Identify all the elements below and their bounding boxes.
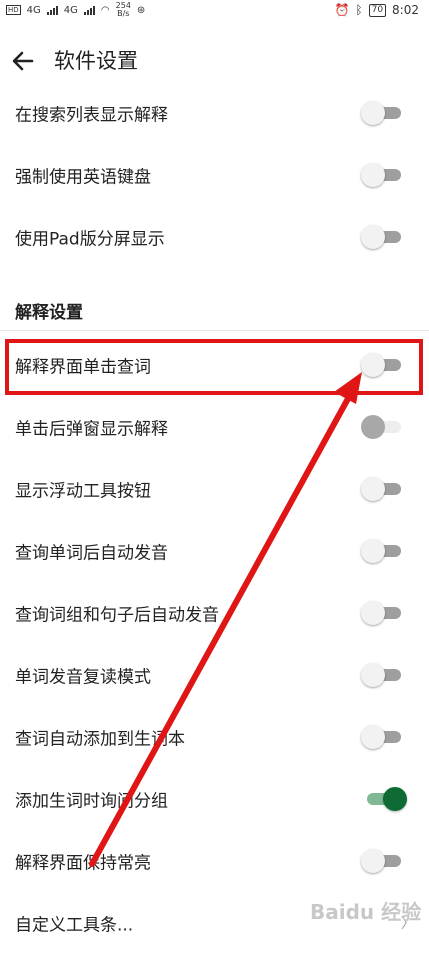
battery-level: 70 — [368, 3, 387, 17]
network-type-1: 4G — [26, 4, 41, 16]
toggle-thumb — [361, 225, 385, 249]
setting-label: 解释界面保持常亮 — [15, 853, 151, 874]
watermark: Baidu 经验 — [310, 900, 422, 924]
toggle-switch[interactable] — [361, 415, 403, 439]
setting-label: 查询单词后自动发音 — [15, 543, 168, 564]
toggle-thumb — [361, 415, 385, 439]
app-notification-icon: ⊛ — [136, 4, 146, 16]
setting-label: 强制使用英语键盘 — [15, 167, 151, 188]
setting-row-auto-pronounce-word[interactable]: 查询单词后自动发音 — [0, 520, 429, 582]
status-left: HD 4G 4G ◠ 254 B/s ⊛ — [6, 0, 145, 20]
wifi-icon: ◠ — [100, 4, 110, 16]
network-speed-unit: B/s — [117, 9, 130, 18]
setting-row-ask-group-on-add[interactable]: 添加生词时询问分组 — [0, 768, 429, 830]
toggle-switch[interactable] — [361, 849, 403, 873]
back-arrow-icon[interactable] — [10, 48, 36, 74]
network-type-2: 4G — [63, 4, 78, 16]
toggle-thumb — [361, 477, 385, 501]
toggle-thumb — [383, 787, 407, 811]
toggle-switch[interactable] — [361, 663, 403, 687]
network-speed: 254 B/s — [116, 2, 131, 18]
toggle-thumb — [361, 601, 385, 625]
setting-row-repeat-pronounce[interactable]: 单词发音复读模式 — [0, 644, 429, 706]
setting-row-force-english-keyboard[interactable]: 强制使用英语键盘 — [0, 144, 429, 206]
hd-badge: HD — [6, 5, 21, 15]
setting-label: 在搜索列表显示解释 — [15, 105, 168, 126]
highlight-box — [5, 339, 423, 395]
signal-icon-2 — [83, 5, 95, 15]
app-header: 软件设置 — [0, 40, 429, 84]
setting-row-show-explanation-in-search[interactable]: 在搜索列表显示解释 — [0, 82, 429, 144]
setting-label: 单击后弹窗显示解释 — [15, 419, 168, 440]
toggle-switch[interactable] — [363, 787, 407, 811]
toggle-switch[interactable] — [361, 601, 403, 625]
setting-label: 查询词组和句子后自动发音 — [15, 605, 219, 626]
setting-label: 使用Pad版分屏显示 — [15, 229, 165, 250]
setting-row-keep-screen-on[interactable]: 解释界面保持常亮 — [0, 830, 429, 892]
toggle-switch[interactable] — [361, 725, 403, 749]
bluetooth-icon: ᛒ — [355, 3, 363, 17]
clock: 8:02 — [392, 3, 419, 17]
page-title: 软件设置 — [54, 49, 138, 73]
alarm-icon: ⏰ — [334, 3, 350, 17]
toggle-switch[interactable] — [361, 477, 403, 501]
toggle-switch[interactable] — [361, 101, 403, 125]
toggle-thumb — [361, 163, 385, 187]
toggle-thumb — [361, 849, 385, 873]
status-bar: HD 4G 4G ◠ 254 B/s ⊛ ⏰ ᛒ 70 8:02 — [0, 0, 429, 20]
setting-row-auto-add-to-wordbook[interactable]: 查词自动添加到生词本 — [0, 706, 429, 768]
setting-label: 显示浮动工具按钮 — [15, 481, 151, 502]
setting-label: 查词自动添加到生词本 — [15, 729, 185, 750]
setting-label: 单词发音复读模式 — [15, 667, 151, 688]
toggle-thumb — [361, 725, 385, 749]
toggle-thumb — [361, 101, 385, 125]
setting-row-auto-pronounce-phrase[interactable]: 查询词组和句子后自动发音 — [0, 582, 429, 644]
toggle-switch[interactable] — [361, 539, 403, 563]
setting-row-pad-split-screen[interactable]: 使用Pad版分屏显示 — [0, 206, 429, 268]
setting-label: 自定义工具条... — [15, 915, 134, 936]
status-right: ⏰ ᛒ 70 8:02 — [334, 0, 419, 20]
section-title-explain-settings: 解释设置 — [15, 303, 83, 323]
toggle-switch[interactable] — [361, 163, 403, 187]
setting-label: 添加生词时询问分组 — [15, 791, 168, 812]
toggle-switch[interactable] — [361, 225, 403, 249]
toggle-thumb — [361, 663, 385, 687]
toggle-thumb — [361, 539, 385, 563]
setting-row-popup-explanation[interactable]: 单击后弹窗显示解释 — [0, 396, 429, 458]
section-divider — [0, 330, 429, 331]
setting-row-floating-tool-button[interactable]: 显示浮动工具按钮 — [0, 458, 429, 520]
signal-icon-1 — [46, 5, 58, 15]
